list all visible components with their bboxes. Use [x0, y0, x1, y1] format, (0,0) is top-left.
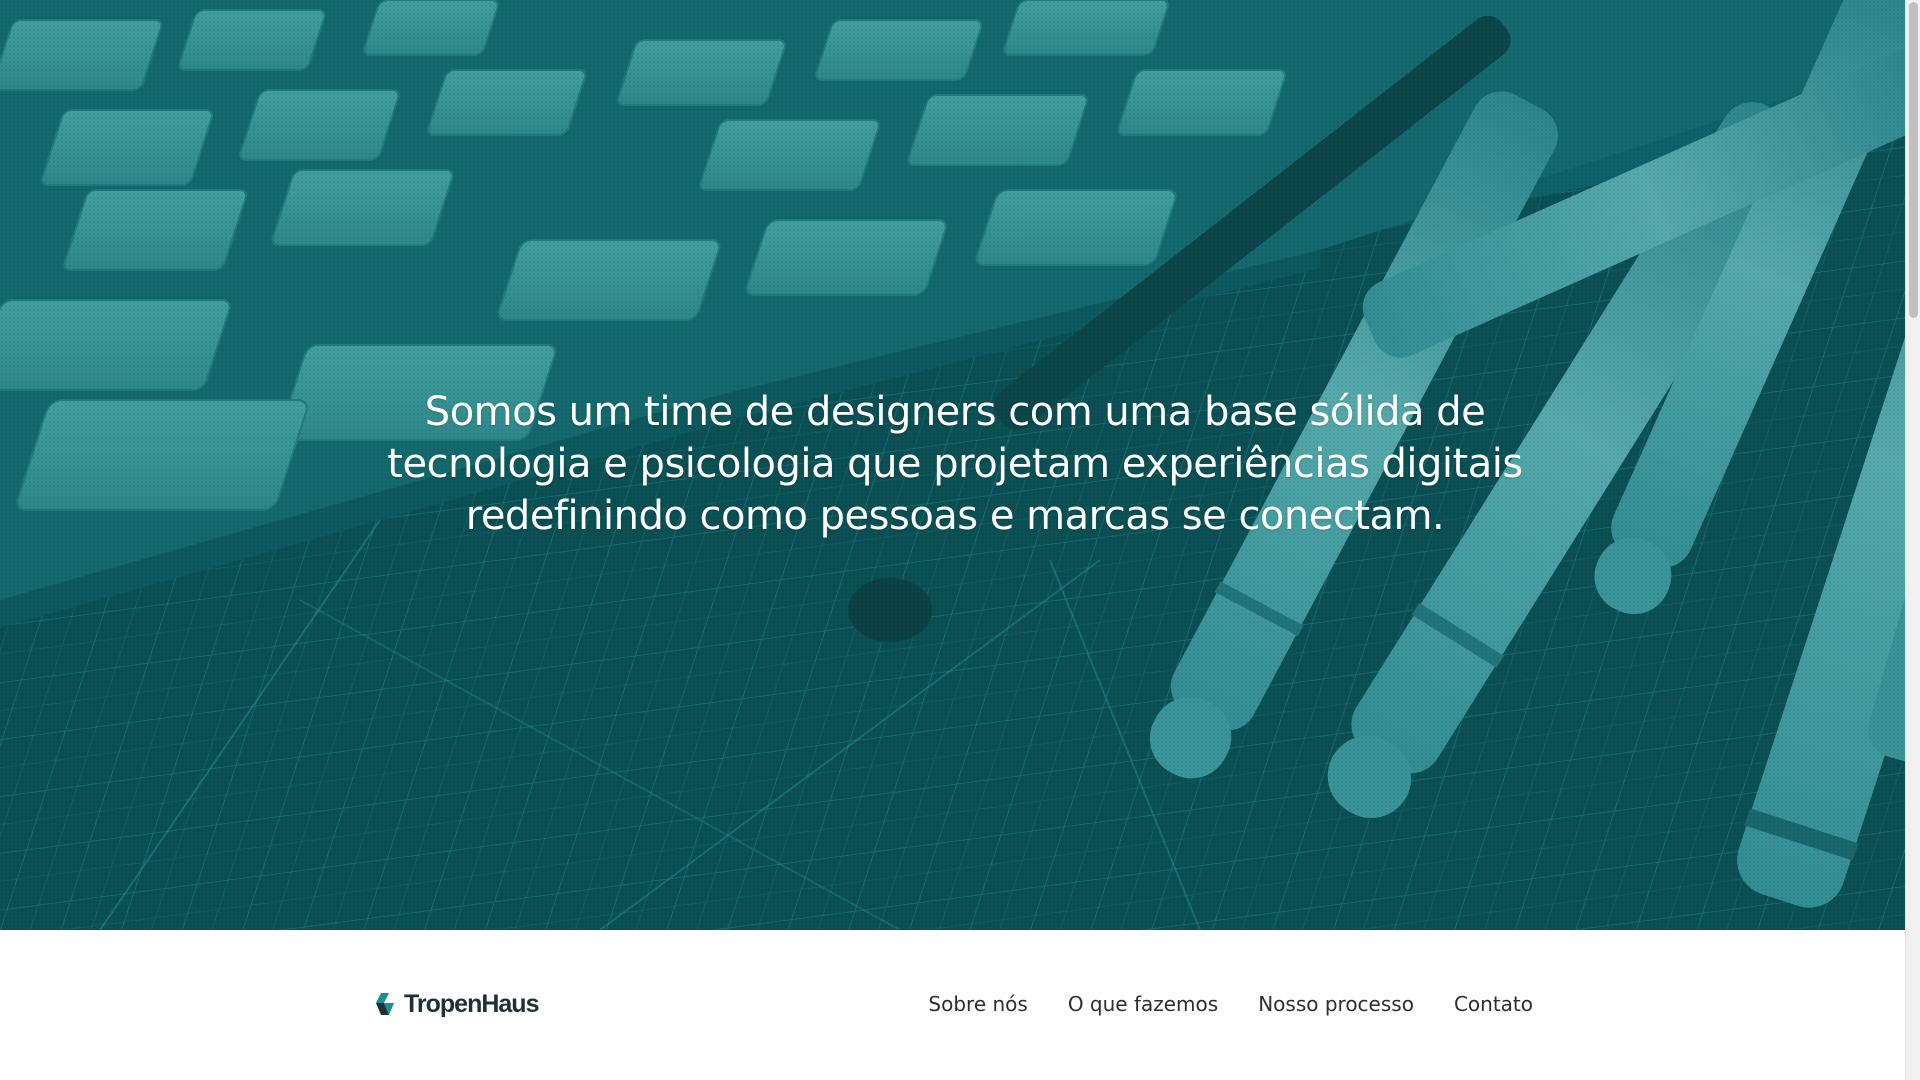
nav-link-contato[interactable]: Contato: [1454, 992, 1533, 1016]
scrollbar-thumb[interactable]: [1909, 2, 1918, 318]
nav-item-contato: Contato: [1454, 992, 1533, 1016]
tropenhaus-logo-icon: [376, 992, 394, 1015]
nav-item-sobre-nos: Sobre nós: [928, 992, 1027, 1016]
page-scrollbar[interactable]: [1905, 0, 1920, 1080]
logo-text: TropenHaus: [404, 990, 539, 1018]
nav-link-sobre-nos[interactable]: Sobre nós: [928, 992, 1027, 1016]
nav-item-o-que-fazemos: O que fazemos: [1068, 992, 1218, 1016]
logo-link[interactable]: TropenHaus: [372, 990, 539, 1019]
nav-link-o-que-fazemos[interactable]: O que fazemos: [1068, 992, 1218, 1016]
hero-headline: Somos um time de designers com uma base …: [387, 389, 1523, 539]
hero-section: Somos um time de designers com uma base …: [0, 0, 1905, 930]
page: Somos um time de designers com uma base …: [0, 0, 1905, 1080]
site-header: TropenHaus Sobre nós O que fazemos Nosso…: [0, 930, 1905, 1080]
nav-link-nosso-processo[interactable]: Nosso processo: [1258, 992, 1414, 1016]
nav-item-nosso-processo: Nosso processo: [1258, 992, 1414, 1016]
main-nav: Sobre nós O que fazemos Nosso processo C…: [928, 992, 1533, 1016]
